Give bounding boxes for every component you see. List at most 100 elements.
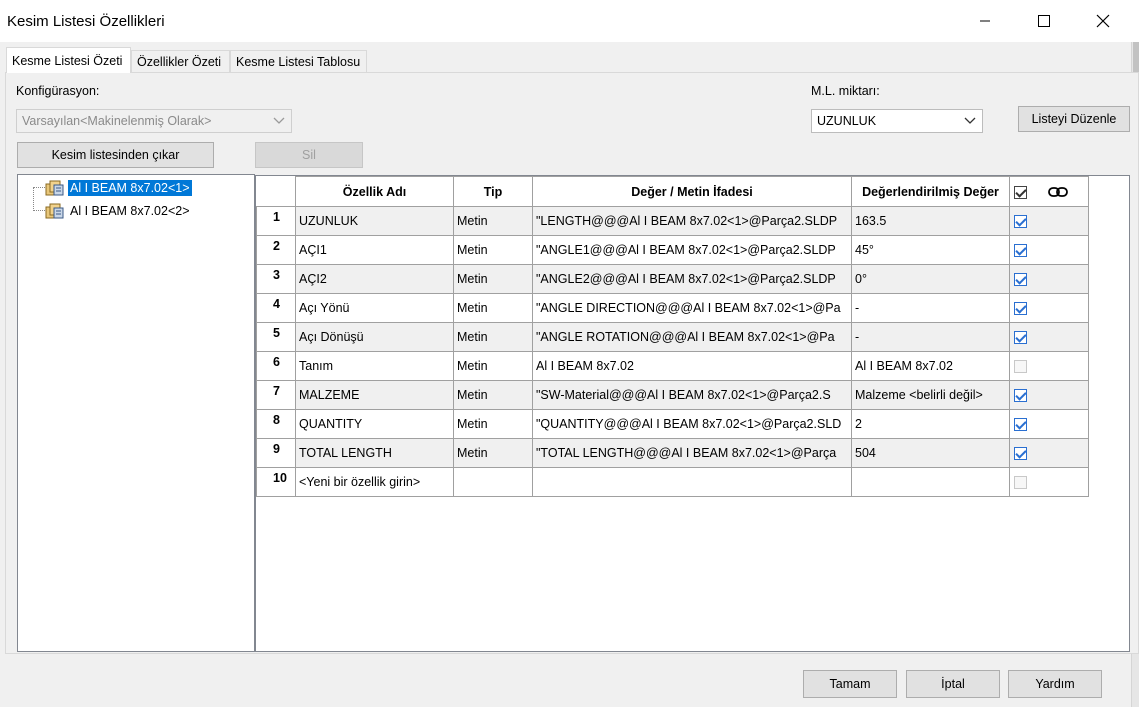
type-cell[interactable]: Metin: [453, 206, 533, 236]
table-row[interactable]: 10 <Yeni bir özellik girin>: [256, 467, 1089, 497]
cut-list-tree[interactable]: Al I BEAM 8x7.02<1> Al I BEAM 8x7.02<2>: [17, 174, 255, 652]
type-cell[interactable]: Metin: [453, 264, 533, 294]
type-cell[interactable]: Metin: [453, 438, 533, 468]
evaluated-value-cell[interactable]: Malzeme <belirli değil>: [851, 380, 1010, 410]
table-row[interactable]: 5 Açı Dönüşü Metin "ANGLE ROTATION@@@Al I B…: [256, 322, 1089, 352]
include-checkbox[interactable]: [1014, 389, 1027, 403]
column-header-property-name[interactable]: Özellik Adı: [295, 176, 454, 207]
close-button[interactable]: [1080, 0, 1126, 42]
type-cell[interactable]: Metin: [453, 293, 533, 323]
table-row[interactable]: 7 MALZEME Metin "SW-Material@@@Al I BEAM 8x…: [256, 380, 1089, 410]
evaluated-value-cell[interactable]: 2: [851, 409, 1010, 439]
property-name-cell[interactable]: AÇI2: [295, 264, 454, 294]
include-cell[interactable]: [1009, 206, 1089, 236]
evaluated-value-cell[interactable]: 504: [851, 438, 1010, 468]
include-checkbox[interactable]: [1014, 447, 1027, 461]
include-cell[interactable]: [1009, 438, 1089, 468]
type-cell[interactable]: Metin: [453, 322, 533, 352]
property-name-cell[interactable]: Açı Dönüşü: [295, 322, 454, 352]
link-icon[interactable]: [1048, 186, 1069, 198]
tree-item[interactable]: Al I BEAM 8x7.02<1>: [45, 178, 192, 198]
row-number: 7: [256, 380, 296, 410]
evaluated-value-cell[interactable]: Al I BEAM 8x7.02: [851, 351, 1010, 381]
evaluated-value-cell[interactable]: [851, 467, 1010, 497]
minimize-icon: [980, 20, 990, 22]
value-expression-cell[interactable]: "SW-Material@@@Al I BEAM 8x7.02<1>@Parça…: [532, 380, 852, 410]
value-expression-cell[interactable]: Al I BEAM 8x7.02: [532, 351, 852, 381]
column-header-value-expression[interactable]: Değer / Metin İfadesi: [532, 176, 852, 207]
value-expression-cell[interactable]: "QUANTITY@@@Al I BEAM 8x7.02<1>@Parça2.S…: [532, 409, 852, 439]
row-number: 5: [256, 322, 296, 352]
remove-from-cut-list-button[interactable]: Kesim listesinden çıkar: [17, 142, 214, 168]
include-checkbox[interactable]: [1014, 418, 1027, 432]
column-header-evaluated-value[interactable]: Değerlendirilmiş Değer: [851, 176, 1010, 207]
type-cell[interactable]: Metin: [453, 351, 533, 381]
tab-cut-list-summary[interactable]: Kesme Listesi Özeti: [6, 47, 131, 73]
value-expression-cell[interactable]: "ANGLE ROTATION@@@Al I BEAM 8x7.02<1>@Pa: [532, 322, 852, 352]
maximize-button[interactable]: [1021, 0, 1067, 42]
close-icon: [1096, 14, 1110, 28]
value-expression-cell[interactable]: [532, 467, 852, 497]
value-expression-cell[interactable]: "LENGTH@@@Al I BEAM 8x7.02<1>@Parça2.SLD…: [532, 206, 852, 236]
table-row[interactable]: 4 Açı Yönü Metin "ANGLE DIRECTION@@@Al I BE…: [256, 293, 1089, 323]
tree-item[interactable]: Al I BEAM 8x7.02<2>: [45, 201, 192, 221]
include-cell[interactable]: [1009, 409, 1089, 439]
include-checkbox[interactable]: [1014, 302, 1027, 316]
evaluated-value-cell[interactable]: 45°: [851, 235, 1010, 265]
evaluated-value-cell[interactable]: 163.5: [851, 206, 1010, 236]
value-expression-cell[interactable]: "TOTAL LENGTH@@@Al I BEAM 8x7.02<1>@Parç…: [532, 438, 852, 468]
table-row[interactable]: 3 AÇI2 Metin "ANGLE2@@@Al I BEAM 8x7.02<1>@…: [256, 264, 1089, 294]
property-name-cell[interactable]: TOTAL LENGTH: [295, 438, 454, 468]
value-expression-cell[interactable]: "ANGLE DIRECTION@@@Al I BEAM 8x7.02<1>@P…: [532, 293, 852, 323]
include-cell[interactable]: [1009, 293, 1089, 323]
evaluated-value-cell[interactable]: -: [851, 293, 1010, 323]
table-row[interactable]: 6 Tanım Metin Al I BEAM 8x7.02 Al I BEAM 8x7…: [256, 351, 1089, 381]
tab-properties-summary[interactable]: Özellikler Özeti: [131, 50, 230, 72]
property-name-cell[interactable]: UZUNLUK: [295, 206, 454, 236]
include-cell[interactable]: [1009, 467, 1089, 497]
include-cell[interactable]: [1009, 380, 1089, 410]
include-checkbox[interactable]: [1014, 476, 1027, 490]
property-name-cell[interactable]: AÇI1: [295, 235, 454, 265]
cut-list-item-icon: [45, 180, 64, 196]
value-expression-cell[interactable]: "ANGLE2@@@Al I BEAM 8x7.02<1>@Parça2.SLD…: [532, 264, 852, 294]
property-name-cell[interactable]: MALZEME: [295, 380, 454, 410]
evaluated-value-cell[interactable]: -: [851, 322, 1010, 352]
select-all-checkbox[interactable]: [1014, 185, 1027, 199]
cancel-button[interactable]: İptal: [906, 670, 1000, 698]
edit-list-button[interactable]: Listeyi Düzenle: [1018, 106, 1130, 132]
property-name-cell[interactable]: QUANTITY: [295, 409, 454, 439]
include-checkbox[interactable]: [1014, 360, 1027, 374]
table-row[interactable]: 9 TOTAL LENGTH Metin "TOTAL LENGTH@@@Al I B…: [256, 438, 1089, 468]
minimize-button[interactable]: [962, 0, 1008, 42]
table-row[interactable]: 8 QUANTITY Metin "QUANTITY@@@Al I BEAM 8x7.…: [256, 409, 1089, 439]
type-cell[interactable]: Metin: [453, 409, 533, 439]
row-number: 2: [256, 235, 296, 265]
property-name-cell[interactable]: Açı Yönü: [295, 293, 454, 323]
column-header-type[interactable]: Tip: [453, 176, 533, 207]
type-cell[interactable]: Metin: [453, 380, 533, 410]
include-checkbox[interactable]: [1014, 273, 1027, 287]
property-name-cell[interactable]: Tanım: [295, 351, 454, 381]
property-name-cell[interactable]: <Yeni bir özellik girin>: [295, 467, 454, 497]
include-cell[interactable]: [1009, 351, 1089, 381]
include-checkbox[interactable]: [1014, 244, 1027, 258]
value-expression-cell[interactable]: "ANGLE1@@@Al I BEAM 8x7.02<1>@Parça2.SLD…: [532, 235, 852, 265]
tab-cut-list-table[interactable]: Kesme Listesi Tablosu: [230, 50, 367, 72]
help-button[interactable]: Yardım: [1008, 670, 1102, 698]
evaluated-value-cell[interactable]: 0°: [851, 264, 1010, 294]
include-cell[interactable]: [1009, 235, 1089, 265]
type-cell[interactable]: [453, 467, 533, 497]
configuration-select[interactable]: Varsayılan<Makinelenmiş Olarak>: [16, 109, 292, 133]
table-row[interactable]: 1 UZUNLUK Metin "LENGTH@@@Al I BEAM 8x7.02<…: [256, 206, 1089, 236]
table-row[interactable]: 2 AÇI1 Metin "ANGLE1@@@Al I BEAM 8x7.02<1>@…: [256, 235, 1089, 265]
include-checkbox[interactable]: [1014, 331, 1027, 345]
include-cell[interactable]: [1009, 322, 1089, 352]
column-header-include[interactable]: [1009, 176, 1089, 207]
ml-quantity-select[interactable]: UZUNLUK: [811, 109, 983, 133]
ok-button[interactable]: Tamam: [803, 670, 897, 698]
delete-button[interactable]: Sil: [255, 142, 363, 168]
include-cell[interactable]: [1009, 264, 1089, 294]
type-cell[interactable]: Metin: [453, 235, 533, 265]
include-checkbox[interactable]: [1014, 215, 1027, 229]
